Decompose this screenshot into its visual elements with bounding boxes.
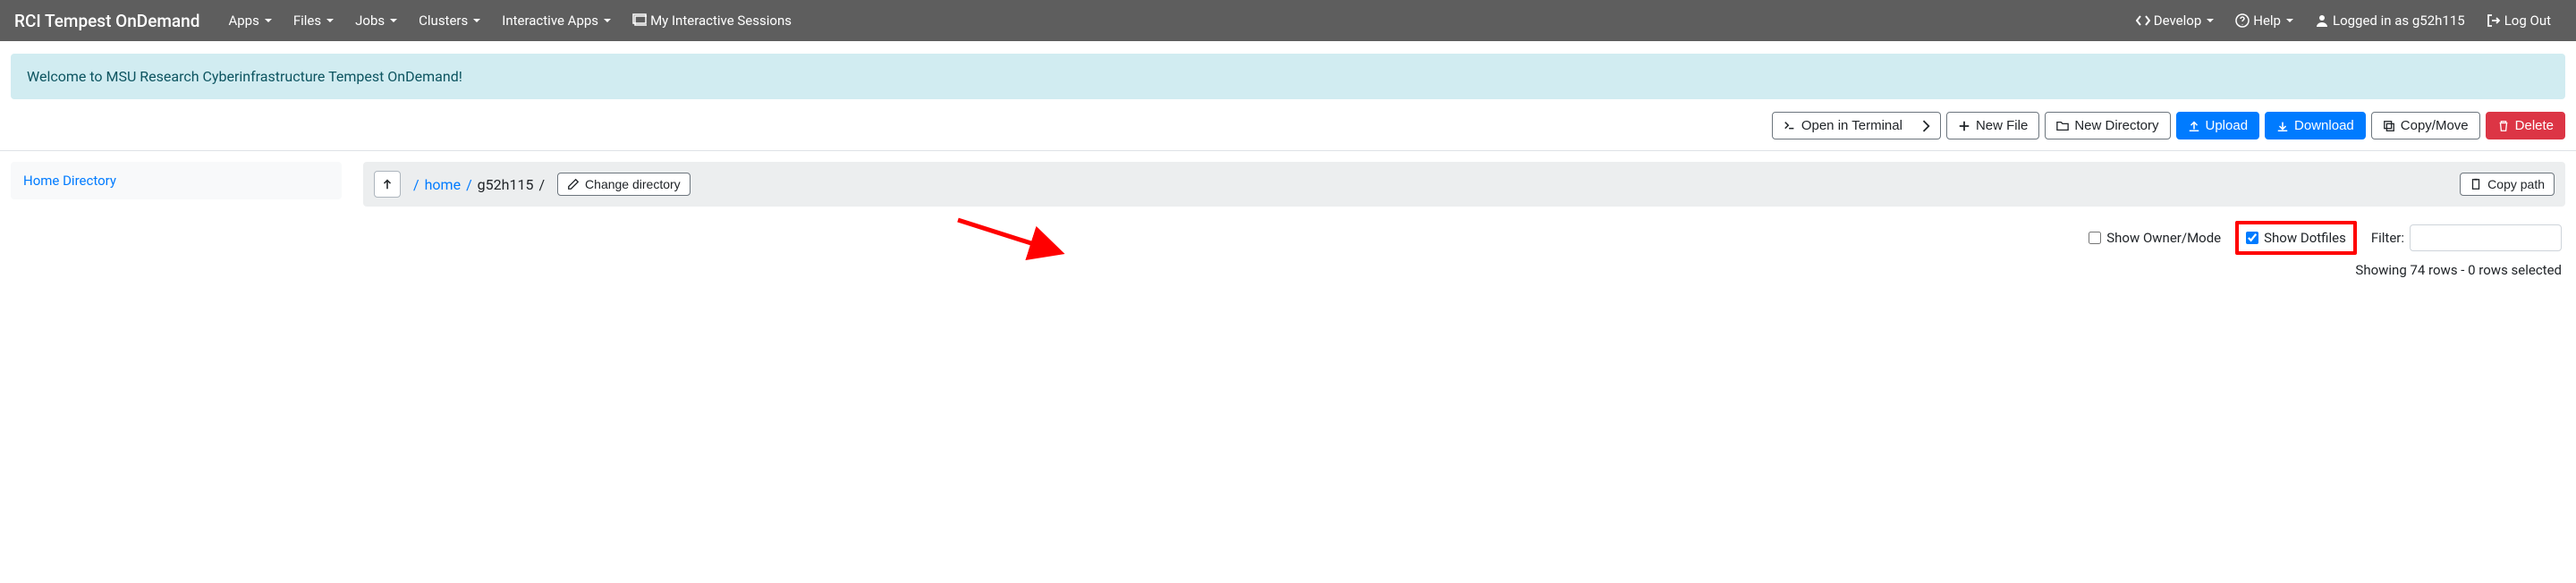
breadcrumb-current: g52h115 (478, 176, 534, 193)
breadcrumb: / home / g52h115 / (413, 176, 545, 193)
nav-jobs[interactable]: Jobs (344, 5, 408, 36)
breadcrumb-home[interactable]: home (425, 176, 461, 193)
nav-clusters[interactable]: Clusters (408, 5, 491, 36)
dotfiles-input[interactable] (2246, 232, 2258, 244)
logout-icon (2487, 13, 2501, 28)
help-icon (2235, 13, 2250, 28)
status-text: Showing 74 rows - 0 rows selected (363, 258, 2565, 282)
caret-right-icon (1920, 120, 1933, 132)
caret-icon (390, 19, 397, 22)
top-navbar: RCI Tempest OnDemand Apps Files Jobs Clu… (0, 0, 2576, 41)
caret-icon (265, 19, 272, 22)
terminal-icon (1784, 120, 1796, 132)
clipboard-icon (2470, 178, 2482, 190)
breadcrumb-bar: / home / g52h115 / Change directory Copy… (363, 162, 2565, 207)
welcome-alert: Welcome to MSU Research Cyberinfrastruct… (11, 54, 2565, 99)
filter-label: Filter: (2371, 230, 2404, 246)
code-icon (2136, 13, 2150, 28)
copy-path-button[interactable]: Copy path (2460, 173, 2555, 196)
open-terminal-dropdown[interactable] (1913, 112, 1941, 139)
owner-mode-input[interactable] (2089, 232, 2101, 244)
nav-my-sessions[interactable]: My Interactive Sessions (622, 5, 802, 36)
nav-develop[interactable]: Develop (2125, 5, 2224, 36)
new-file-button[interactable]: New File (1946, 112, 2039, 139)
caret-icon (2286, 19, 2293, 22)
open-terminal-button[interactable]: Open in Terminal (1772, 112, 1914, 139)
download-icon (2276, 120, 2289, 132)
nav-apps[interactable]: Apps (217, 5, 282, 36)
filter-group: Filter: (2371, 224, 2562, 251)
trash-icon (2497, 120, 2510, 132)
edit-icon (567, 178, 580, 190)
content-area: / home / g52h115 / Change directory Copy… (363, 162, 2565, 282)
nav-logged-in: Logged in as g52h115 (2304, 5, 2476, 36)
upload-button[interactable]: Upload (2176, 112, 2260, 139)
upload-icon (2188, 120, 2200, 132)
caret-icon (2207, 19, 2214, 22)
windows-icon (632, 13, 647, 28)
breadcrumb-sep: / (466, 176, 472, 193)
sidebar: Home Directory (11, 162, 342, 282)
delete-button[interactable]: Delete (2486, 112, 2565, 139)
user-icon (2315, 13, 2329, 28)
download-button[interactable]: Download (2265, 112, 2366, 139)
new-directory-button[interactable]: New Directory (2045, 112, 2170, 139)
caret-icon (326, 19, 334, 22)
caret-icon (604, 19, 611, 22)
show-owner-mode-checkbox[interactable]: Show Owner/Mode (2089, 230, 2221, 246)
arrow-up-icon (381, 178, 394, 190)
breadcrumb-sep: / (538, 176, 545, 193)
change-directory-button[interactable]: Change directory (557, 173, 691, 196)
nav-logout[interactable]: Log Out (2476, 5, 2562, 36)
nav-interactive-apps[interactable]: Interactive Apps (491, 5, 622, 36)
controls-row: Show Owner/Mode Show Dotfiles Filter: (363, 207, 2565, 258)
show-dotfiles-checkbox[interactable]: Show Dotfiles (2235, 221, 2357, 255)
sidebar-home-directory[interactable]: Home Directory (11, 162, 342, 199)
copy-move-button[interactable]: Copy/Move (2371, 112, 2480, 139)
plus-icon (1958, 120, 1970, 132)
nav-left: Apps Files Jobs Clusters Interactive App… (217, 5, 802, 36)
up-directory-button[interactable] (374, 171, 401, 198)
caret-icon (473, 19, 480, 22)
copy-icon (2383, 120, 2395, 132)
brand-title[interactable]: RCI Tempest OnDemand (14, 11, 199, 31)
filter-input[interactable] (2410, 224, 2562, 251)
file-toolbar: Open in Terminal New File New Directory … (0, 112, 2576, 151)
folder-icon (2056, 120, 2069, 132)
nav-help[interactable]: Help (2224, 5, 2304, 36)
breadcrumb-sep: / (413, 176, 419, 193)
nav-right: Develop Help Logged in as g52h115 Log Ou… (2125, 5, 2562, 36)
nav-files[interactable]: Files (283, 5, 344, 36)
main-area: Home Directory / home / g52h115 / Change… (0, 151, 2576, 292)
